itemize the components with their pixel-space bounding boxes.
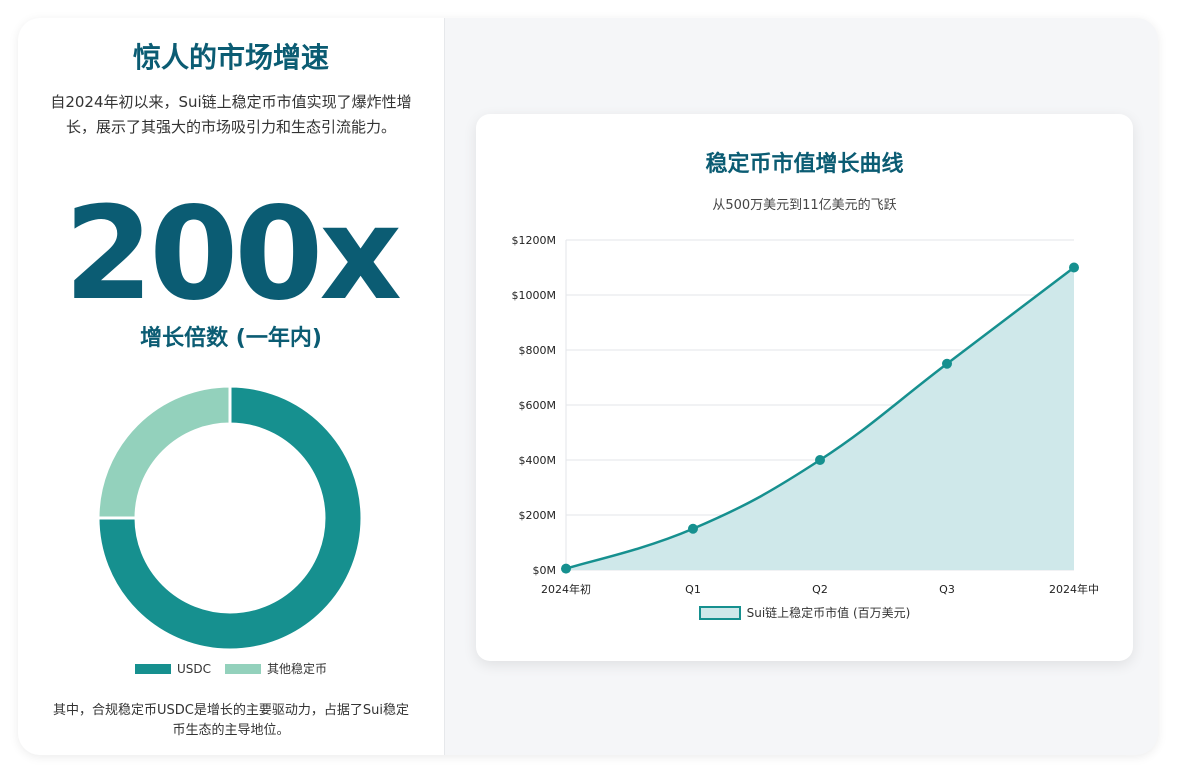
donut-slice-1[interactable] (98, 386, 232, 520)
y-tick-label: $800M (519, 344, 557, 357)
legend-label-usdc: USDC (176, 661, 211, 676)
legend-swatch-usdc (134, 663, 171, 674)
data-point-2[interactable] (815, 455, 825, 465)
x-tick-label: 2024年中 (1049, 582, 1099, 596)
panel-note: 其中，合规稳定币USDC是增长的主要驱动力，占据了Sui稳定币生态的主导地位。 (53, 703, 409, 738)
data-point-4[interactable] (1069, 262, 1079, 273)
chart-legend[interactable]: Sui链上稳定币市值 (百万美元) (476, 604, 1133, 621)
x-tick-label: Q2 (812, 583, 828, 596)
legend-label-other: 其他稳定币 (267, 662, 328, 676)
panel-description: 自2024年初以来，Sui链上稳定币市值实现了爆炸性增长，展示了其强大的市场吸引… (50, 93, 412, 136)
data-point-0[interactable] (561, 563, 571, 574)
data-point-3[interactable] (942, 358, 952, 369)
area-chart: $0M $200M $400M $600M $800M $1000M $1200M 2024年… (512, 234, 1099, 596)
area-fill (566, 267, 1074, 570)
chart-legend-label: Sui链上稳定币市值 (百万美元) (746, 606, 911, 620)
donut-chart (98, 386, 362, 650)
data-point-1[interactable] (688, 523, 698, 534)
y-tick-label: $200M (519, 509, 557, 522)
x-tick-label: Q3 (939, 583, 955, 596)
chart-legend-swatch (698, 605, 741, 620)
growth-multiple: 200x (64, 180, 402, 329)
y-tick-label: $1200M (512, 234, 556, 247)
x-tick-label: Q1 (685, 583, 701, 596)
donut-legend: USDC 其他稳定币 (18, 660, 444, 677)
legend-item-usdc[interactable]: USDC (134, 660, 211, 677)
chart-card: 稳定币市值增长曲线 从500万美元到11亿美元的飞跃 $0M $200M $400M… (476, 114, 1133, 661)
x-tick-label: 2024年初 (541, 582, 591, 596)
growth-multiple-label: 增长倍数 (一年内) (140, 326, 322, 351)
panel-title: 惊人的市场增速 (132, 41, 329, 74)
legend-item-other[interactable]: 其他稳定币 (225, 660, 327, 677)
left-panel: 惊人的市场增速 自2024年初以来，Sui链上稳定币市值实现了爆炸性增长，展示了… (18, 18, 445, 755)
y-tick-label: $600M (519, 399, 557, 412)
page-frame: 惊人的市场增速 自2024年初以来，Sui链上稳定币市值实现了爆炸性增长，展示了… (18, 18, 1158, 755)
y-tick-label: $400M (519, 454, 557, 467)
legend-swatch-other (225, 663, 261, 674)
y-tick-label: $0M (533, 564, 557, 577)
y-tick-label: $1000M (512, 289, 556, 302)
